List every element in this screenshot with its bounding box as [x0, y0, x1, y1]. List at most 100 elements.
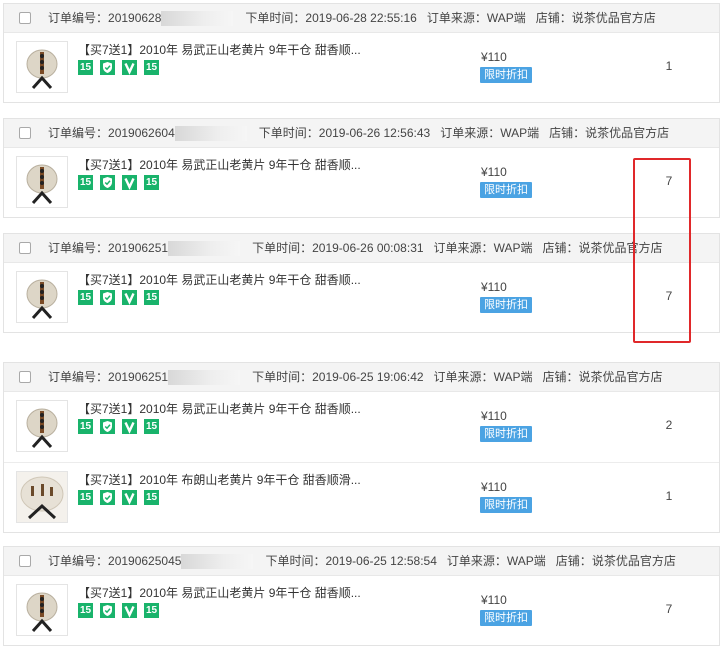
shield-check-icon	[100, 490, 115, 505]
v-icon	[122, 60, 137, 75]
order-checkbox[interactable]	[19, 12, 31, 24]
product-title-link[interactable]: 【买7送1】2010年 布朗山老黄片 9年干仓 甜香顺滑...	[78, 471, 378, 488]
fifteen-badge-icon: 15	[144, 290, 159, 305]
item-price: ¥110	[481, 50, 507, 64]
product-title-link[interactable]: 【买7送1】2010年 易武正山老黄片 9年干仓 甜香顺...	[78, 400, 378, 417]
v-icon	[122, 603, 137, 618]
fifteen-badge-icon: 15	[144, 175, 159, 190]
order-source-value: WAP端	[486, 11, 526, 25]
item-price: ¥110	[481, 280, 507, 294]
order-time-value: 2019-06-26 12:56:43	[318, 126, 431, 140]
v-icon	[122, 419, 137, 434]
shield-check-icon	[100, 175, 115, 190]
service-badges: 15 15	[78, 490, 166, 505]
shield-check-icon	[100, 60, 115, 75]
v-icon	[122, 490, 137, 505]
product-thumbnail[interactable]	[16, 400, 68, 452]
promo-tag: 限时折扣	[480, 497, 532, 513]
shield-check-icon	[100, 419, 115, 434]
fifteen-badge-icon: 15	[78, 60, 93, 75]
item-quantity: 2	[665, 418, 673, 432]
order-checkbox[interactable]	[19, 555, 31, 567]
redacted-block	[168, 370, 241, 386]
order-checkbox[interactable]	[19, 242, 31, 254]
order-header: 订单编号：20190625​1 下单时间：2019-06-25 19:06:42 订…	[4, 363, 719, 392]
fifteen-badge-icon: 15	[144, 419, 159, 434]
order-source-label: 订单来源：	[433, 241, 494, 255]
order-item-row: 【买7送1】2010年 易武正山老黄片 9年干仓 甜香顺... 15 15 ¥110 限…	[4, 392, 719, 463]
order-no-label: 订单编号：	[48, 126, 109, 140]
order-header: 订单编号：20190626​04 下单时间：2019-06-26 12:56:43…	[4, 119, 719, 148]
shop-label: 店铺：	[555, 554, 592, 568]
shop-name: 说茶优品官方店	[578, 370, 663, 384]
order-no-value: 2019062504​5	[108, 554, 182, 568]
product-thumbnail[interactable]	[16, 156, 68, 208]
service-badges: 15 15	[78, 290, 166, 305]
item-price: ¥110	[481, 165, 507, 179]
product-thumbnail[interactable]	[16, 584, 68, 636]
shop-name: 说茶优品官方店	[591, 554, 676, 568]
redacted-block	[168, 241, 241, 257]
order-no-label: 订单编号：	[48, 370, 109, 384]
order-source-value: WAP端	[506, 554, 546, 568]
fifteen-badge-icon: 15	[78, 175, 93, 190]
product-title-link[interactable]: 【买7送1】2010年 易武正山老黄片 9年干仓 甜香顺...	[78, 156, 378, 173]
shop-label: 店铺：	[542, 241, 579, 255]
order-time-label: 下单时间：	[245, 11, 306, 25]
product-thumbnail[interactable]	[16, 41, 68, 93]
item-price: ¥110	[481, 409, 507, 423]
order-checkbox[interactable]	[19, 371, 31, 383]
product-title-link[interactable]: 【买7送1】2010年 易武正山老黄片 9年干仓 甜香顺...	[78, 41, 378, 58]
order-time-value: 2019-06-25 12:58:54	[325, 554, 437, 568]
order-no-value: 20190628	[108, 11, 162, 25]
order-card: 订单编号：20190626​04 下单时间：2019-06-26 12:56:43…	[3, 118, 720, 218]
order-card: 订单编号：20190625​1 下单时间：2019-06-25 19:06:42 订…	[3, 362, 720, 533]
fifteen-badge-icon: 15	[78, 290, 93, 305]
order-time-value: 2019-06-28 22:55:16	[305, 11, 417, 25]
product-title-link[interactable]: 【买7送1】2010年 易武正山老黄片 9年干仓 甜香顺...	[78, 271, 378, 288]
redacted-block	[161, 11, 234, 27]
shield-check-icon	[100, 290, 115, 305]
product-thumbnail[interactable]	[16, 471, 68, 523]
redacted-block	[181, 554, 254, 570]
order-source-label: 订单来源：	[440, 126, 501, 140]
order-source-label: 订单来源：	[426, 11, 487, 25]
order-item-row: 【买7送1】2010年 布朗山老黄片 9年干仓 甜香顺滑... 15 15 ¥110 限…	[4, 463, 719, 533]
service-badges: 15 15	[78, 175, 166, 190]
product-title-link[interactable]: 【买7送1】2010年 易武正山老黄片 9年干仓 甜香顺...	[78, 584, 378, 601]
order-no-label: 订单编号：	[48, 11, 109, 25]
order-header: 订单编号：20190625​1 下单时间：2019-06-26 00:08:31 订…	[4, 234, 719, 263]
quantity-highlight-box	[633, 158, 691, 343]
order-item-row: 【买7送1】2010年 易武正山老黄片 9年干仓 甜香顺... 15 15 ¥110 限…	[4, 576, 719, 646]
item-quantity: 1	[665, 489, 673, 503]
order-source-value: WAP端	[500, 126, 540, 140]
shield-check-icon	[100, 603, 115, 618]
order-header: 订单编号：20190628 下单时间：2019-06-28 22:55:16 订单来…	[4, 4, 719, 33]
promo-tag: 限时折扣	[480, 426, 532, 442]
product-thumbnail[interactable]	[16, 271, 68, 323]
service-badges: 15 15	[78, 603, 166, 618]
item-price: ¥110	[481, 593, 507, 607]
order-time-label: 下单时间：	[252, 241, 313, 255]
order-time-label: 下单时间：	[258, 126, 319, 140]
item-price: ¥110	[481, 480, 507, 494]
order-source-value: WAP端	[493, 241, 533, 255]
order-source-label: 订单来源：	[433, 370, 494, 384]
order-header: 订单编号：2019062504​5 下单时间：2019-06-25 12:58:5…	[4, 547, 719, 576]
item-quantity: 1	[665, 59, 673, 73]
order-checkbox[interactable]	[19, 127, 31, 139]
order-no-value: 20190625​1	[108, 241, 169, 255]
order-item-row: 【买7送1】2010年 易武正山老黄片 9年干仓 甜香顺... 15 15 ¥110 限…	[4, 33, 719, 103]
v-icon	[122, 290, 137, 305]
order-no-label: 订单编号：	[48, 554, 109, 568]
order-time-label: 下单时间：	[265, 554, 326, 568]
order-card: 订单编号：20190625​1 下单时间：2019-06-26 00:08:31 订…	[3, 233, 720, 333]
order-source-label: 订单来源：	[446, 554, 507, 568]
order-no-value: 20190626​04	[108, 126, 175, 140]
order-source-value: WAP端	[493, 370, 533, 384]
order-time-value: 2019-06-25 19:06:42	[312, 370, 424, 384]
order-no-value: 20190625​1	[108, 370, 169, 384]
v-icon	[122, 175, 137, 190]
order-card: 订单编号：2019062504​5 下单时间：2019-06-25 12:58:5…	[3, 546, 720, 646]
promo-tag: 限时折扣	[480, 610, 532, 626]
